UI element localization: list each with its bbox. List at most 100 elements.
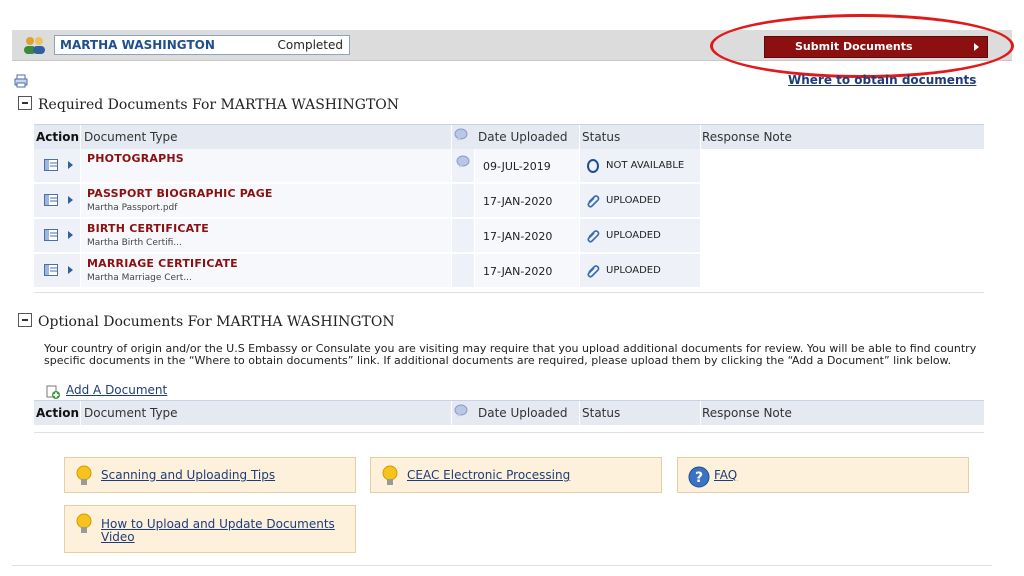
applicant-selector[interactable]: MARTHA WASHINGTON Completed [54, 35, 350, 55]
row-type-cell: BIRTH CERTIFICATE Martha Birth Certifi... [81, 219, 451, 252]
row-action-cell [34, 184, 80, 217]
help-box-ceac: CEAC Electronic Processing [370, 457, 662, 493]
add-document-link[interactable]: Add A Document [66, 383, 167, 397]
table-row: PASSPORT BIOGRAPHIC PAGE Martha Passport.… [34, 184, 984, 219]
document-filename: Martha Marriage Cert... [87, 273, 192, 283]
date-uploaded: 09-JUL-2019 [483, 160, 551, 173]
required-documents-table: Action Document Type Date Uploaded Statu… [34, 124, 984, 289]
svg-text:?: ? [695, 470, 703, 486]
divider [34, 292, 984, 293]
date-uploaded: 17-JAN-2020 [483, 265, 553, 278]
document-filename: Martha Birth Certifi... [87, 238, 182, 248]
divider [34, 432, 984, 433]
row-status-cell: UPLOADED [580, 219, 700, 252]
row-date-cell: 17-JAN-2020 [475, 254, 579, 287]
document-status: NOT AVAILABLE [606, 160, 685, 171]
col-status: Status [582, 130, 621, 144]
submit-documents-label: Submit Documents [795, 40, 913, 53]
optional-collapse-toggle[interactable] [18, 313, 32, 327]
col-document-type: Document Type [84, 406, 178, 420]
scanning-tips-link[interactable]: Scanning and Uploading Tips [101, 468, 275, 482]
howto-line-2: Video [101, 530, 135, 544]
row-note-cell [452, 254, 474, 287]
lightbulb-icon [382, 465, 398, 485]
row-status-cell: NOT AVAILABLE [580, 149, 700, 182]
row-type-cell: MARRIAGE CERTIFICATE Martha Marriage Cert… [81, 254, 451, 287]
row-type-cell: PHOTOGRAPHS [81, 149, 451, 182]
required-collapse-toggle[interactable] [18, 96, 32, 110]
paperclip-icon [587, 195, 600, 208]
paperclip-icon [587, 265, 600, 278]
help-box-howto: How to Upload and Update Documents Video [64, 505, 356, 553]
paperclip-icon [587, 230, 600, 243]
document-grid-icon[interactable] [44, 159, 58, 171]
submit-documents-button[interactable]: Submit Documents [764, 36, 988, 58]
question-circle-icon: ? [688, 466, 710, 488]
table-header: Action Document Type Date Uploaded Statu… [34, 400, 984, 425]
document-status: UPLOADED [606, 195, 661, 206]
table-row: PHOTOGRAPHS 09-JUL-2019 NOT AVAILABLE [34, 149, 984, 184]
table-header: Action Document Type Date Uploaded Statu… [34, 124, 984, 149]
row-date-cell: 17-JAN-2020 [475, 219, 579, 252]
ceac-processing-link[interactable]: CEAC Electronic Processing [407, 468, 570, 482]
col-action: Action [36, 130, 80, 144]
document-title: MARRIAGE CERTIFICATE [87, 257, 238, 270]
row-type-cell: PASSPORT BIOGRAPHIC PAGE Martha Passport.… [81, 184, 451, 217]
document-grid-icon[interactable] [44, 264, 58, 276]
people-icon [24, 37, 45, 54]
col-response-note: Response Note [702, 406, 792, 420]
document-title: BIRTH CERTIFICATE [87, 222, 209, 235]
lightbulb-icon [76, 465, 92, 485]
document-status: UPLOADED [606, 265, 661, 276]
expand-arrow-icon[interactable] [68, 231, 73, 239]
row-action-cell [34, 149, 80, 182]
optional-section-title: Optional Documents For MARTHA WASHINGTON [38, 314, 395, 330]
col-response-note: Response Note [702, 130, 792, 144]
document-filename: Martha Passport.pdf [87, 203, 178, 213]
help-box-faq: ? FAQ [677, 457, 969, 493]
print-icon[interactable] [14, 74, 28, 88]
speech-bubble-icon[interactable] [456, 155, 470, 169]
help-box-scanning: Scanning and Uploading Tips [64, 457, 356, 493]
howto-upload-video-link[interactable]: How to Upload and Update Documents Video [101, 518, 335, 544]
document-title: PHOTOGRAPHS [87, 152, 184, 165]
lightbulb-icon [76, 513, 92, 533]
document-status: UPLOADED [606, 230, 661, 241]
date-uploaded: 17-JAN-2020 [483, 195, 553, 208]
row-note-cell [452, 219, 474, 252]
table-row: BIRTH CERTIFICATE Martha Birth Certifi...… [34, 219, 984, 254]
row-action-cell [34, 219, 80, 252]
document-title: PASSPORT BIOGRAPHIC PAGE [87, 187, 273, 200]
faq-link[interactable]: FAQ [714, 468, 737, 482]
applicant-bar: MARTHA WASHINGTON Completed Submit Docum… [12, 30, 1012, 61]
footer-divider [12, 565, 992, 566]
row-action-cell [34, 254, 80, 287]
where-to-obtain-link[interactable]: Where to obtain documents [788, 73, 976, 87]
expand-arrow-icon[interactable] [68, 196, 73, 204]
table-row: MARRIAGE CERTIFICATE Martha Marriage Cert… [34, 254, 984, 289]
expand-arrow-icon[interactable] [68, 266, 73, 274]
howto-line-1: How to Upload and Update Documents [101, 517, 335, 531]
row-status-cell: UPLOADED [580, 254, 700, 287]
speech-bubble-icon [454, 404, 468, 421]
document-grid-icon[interactable] [44, 229, 58, 241]
col-status: Status [582, 406, 621, 420]
date-uploaded: 17-JAN-2020 [483, 230, 553, 243]
expand-arrow-icon[interactable] [68, 161, 73, 169]
applicant-name: MARTHA WASHINGTON [60, 38, 215, 52]
add-document-icon [46, 385, 60, 399]
col-date-uploaded: Date Uploaded [478, 406, 568, 420]
col-date-uploaded: Date Uploaded [478, 130, 568, 144]
row-status-cell: UPLOADED [580, 184, 700, 217]
optional-documents-table: Action Document Type Date Uploaded Statu… [34, 400, 984, 425]
required-section-title: Required Documents For MARTHA WASHINGTON [38, 97, 400, 113]
document-grid-icon[interactable] [44, 194, 58, 206]
circle-o-icon [587, 159, 599, 173]
optional-description: Your country of origin and/or the U.S Em… [44, 342, 977, 367]
chevron-right-icon [974, 43, 979, 51]
row-date-cell: 09-JUL-2019 [475, 149, 579, 182]
col-action: Action [36, 406, 80, 420]
row-date-cell: 17-JAN-2020 [475, 184, 579, 217]
speech-bubble-icon [454, 128, 468, 145]
applicant-status: Completed [277, 38, 343, 52]
